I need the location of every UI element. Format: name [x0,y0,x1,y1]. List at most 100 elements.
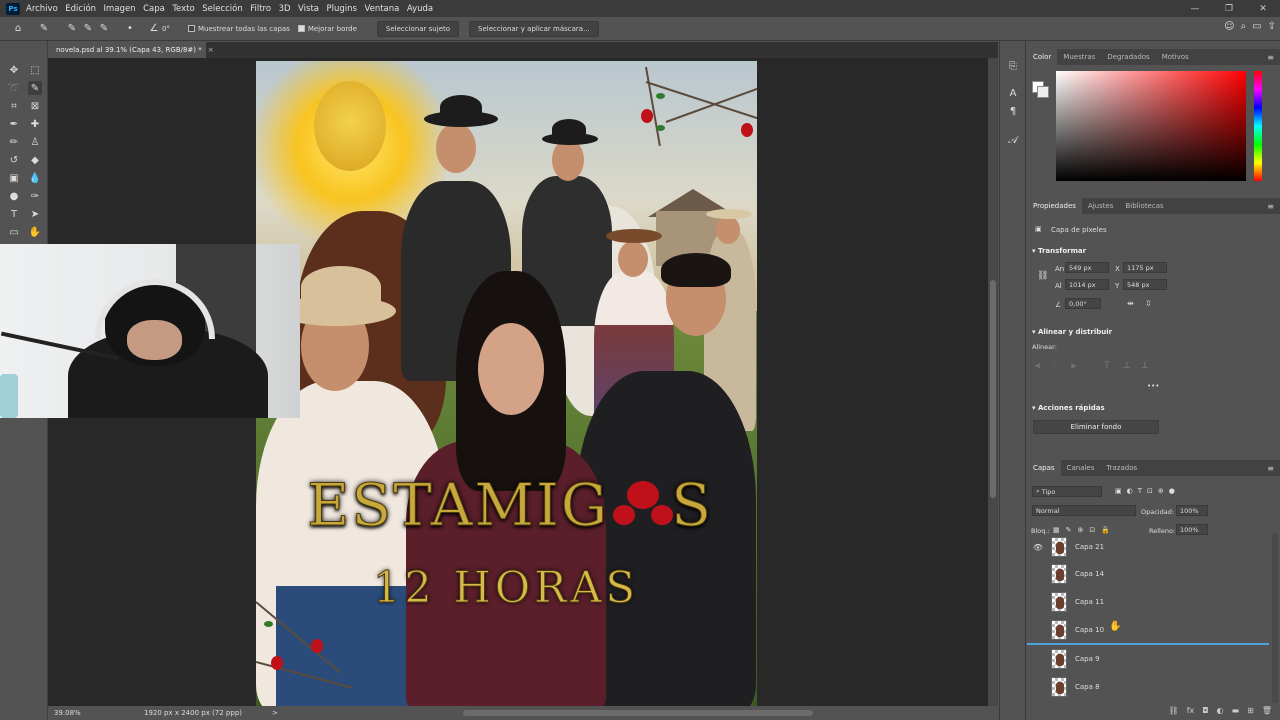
tab-capas[interactable]: Capas [1027,460,1061,476]
pen-tool-icon[interactable]: ✑ [28,189,42,203]
layer-row-capa-10[interactable]: Capa 10 ✋ [1027,617,1269,645]
flip-vertical-icon[interactable]: ⇳ [1145,299,1152,308]
fx-icon[interactable]: fx [1187,706,1195,720]
share-upload-icon[interactable]: ⇪ [1268,21,1276,32]
link-dimensions-icon[interactable]: ⛓ [1037,271,1048,281]
eye-icon[interactable]: 👁 [1031,543,1045,552]
path-selection-tool-icon[interactable]: ➤ [28,207,42,221]
remove-background-button[interactable]: Eliminar fondo [1033,420,1159,434]
tab-motivos[interactable]: Motivos [1156,49,1195,65]
menu-seleccion[interactable]: Selección [202,4,243,14]
align-left-icon[interactable]: ⫷ [1035,361,1040,371]
healing-brush-tool-icon[interactable]: ✚ [28,117,42,131]
layer-filter-select[interactable]: ⌕ Tipo [1032,486,1102,497]
layer-name[interactable]: Capa 9 [1075,655,1100,663]
color-picker-field[interactable] [1056,71,1246,181]
layer-name[interactable]: Capa 10 [1075,626,1104,634]
eraser-tool-icon[interactable]: ◆ [28,153,42,167]
poster-artwork[interactable]: ESTAMIG S 12 HORAS [256,61,757,706]
new-selection-icon[interactable]: ✎ [64,21,80,37]
group-icon[interactable]: ▬ [1232,706,1240,720]
panel-menu-icon[interactable]: ≡ [1267,202,1274,211]
tab-degradados[interactable]: Degradados [1101,49,1155,65]
menu-capa[interactable]: Capa [143,4,165,14]
layers-scrollbar[interactable] [1272,533,1278,703]
hand-tool-icon[interactable]: ✋ [28,225,42,239]
menu-3d[interactable]: 3D [279,4,291,14]
brush-size-icon[interactable]: • [122,21,138,37]
status-arrow-icon[interactable]: > [272,709,278,717]
width-field[interactable]: 549 px [1065,262,1109,273]
height-field[interactable]: 1014 px [1065,279,1109,290]
layer-name[interactable]: Capa 11 [1075,598,1104,606]
layer-name[interactable]: Capa 8 [1075,683,1100,691]
blend-mode-select[interactable]: Normal [1032,505,1136,516]
eyedropper-tool-icon[interactable]: ✒ [7,117,21,131]
mask-icon[interactable]: ◘ [1202,706,1208,720]
quick-selection-tool-preset-icon[interactable]: ✎ [36,21,52,37]
character-panel-icon[interactable]: A [1006,86,1020,100]
align-right-icon[interactable]: ⫸ [1071,361,1076,371]
layer-row-capa-11[interactable]: Capa 11 [1027,588,1269,616]
lasso-tool-icon[interactable]: ➰ [7,81,21,95]
crop-tool-icon[interactable]: ⌗ [7,99,21,113]
align-section-title[interactable]: ▾ Alinear y distribuir [1032,328,1112,336]
search-icon[interactable]: ⌕ [1241,21,1247,32]
x-field[interactable]: 1175 px [1123,262,1167,273]
align-center-h-icon[interactable]: ⫶ [1053,361,1055,371]
rectangle-tool-icon[interactable]: ▭ [7,225,21,239]
panel-menu-icon[interactable]: ≡ [1267,53,1274,62]
flip-horizontal-icon[interactable]: ⇹ [1127,299,1134,308]
select-and-mask-button[interactable]: Seleccionar y aplicar máscara... [469,20,599,37]
menu-plugins[interactable]: Plugins [327,4,357,14]
menu-filtro[interactable]: Filtro [250,4,271,14]
panel-menu-icon[interactable]: ≡ [1267,464,1274,473]
zoom-level[interactable]: 39.08% [54,709,108,717]
hue-slider[interactable] [1254,71,1262,181]
new-layer-icon[interactable]: ⊞ [1247,706,1254,720]
subtract-selection-icon[interactable]: ✎ [96,21,112,37]
marquee-tool-icon[interactable]: ⬚ [28,63,42,77]
sample-all-layers-checkbox[interactable]: Muestrear todas las capas [187,25,290,33]
tab-bibliotecas[interactable]: Bibliotecas [1119,198,1169,214]
tab-trazados[interactable]: Trazados [1100,460,1143,476]
align-middle-icon[interactable]: ⊥ [1123,361,1131,371]
add-selection-icon[interactable]: ✎ [80,21,96,37]
layer-filter-icons[interactable]: ▣◐T⊡⊕● [1115,487,1180,495]
align-bottom-icon[interactable]: ⊥ [1141,361,1149,371]
share-icon[interactable]: ☺ [1224,21,1234,32]
minimize-icon[interactable]: — [1178,0,1212,17]
tab-canales[interactable]: Canales [1061,460,1101,476]
tab-color[interactable]: Color [1027,49,1058,65]
adjustment-icon[interactable]: ◐ [1217,706,1224,720]
frame-tool-icon[interactable]: ⊠ [28,99,42,113]
paragraph-panel-icon[interactable]: ¶ [1006,104,1020,118]
menu-ayuda[interactable]: Ayuda [407,4,433,14]
document-tab[interactable]: novela.psd al 39.1% (Capa 43, RGB/8#) * … [48,42,214,58]
scrollbar-thumb[interactable] [990,280,996,498]
brush-tool-icon[interactable]: ✏ [7,135,21,149]
home-icon[interactable]: ⌂ [10,21,26,37]
opacity-field[interactable]: 100% [1176,505,1208,516]
glyphs-panel-icon[interactable]: 𝒜 [1006,133,1020,147]
transform-section-title[interactable]: ▾ Transformar [1032,247,1086,255]
link-icon[interactable]: ⛓ [1169,706,1179,720]
canvas-horizontal-scrollbar[interactable] [463,710,813,716]
more-options-icon[interactable]: ••• [1147,382,1159,390]
layer-row-capa-9[interactable]: Capa 9 [1027,645,1269,673]
angle-value[interactable]: 0° [162,25,170,33]
blur-tool-icon[interactable]: 💧 [28,171,42,185]
align-top-icon[interactable]: ⊤ [1103,361,1111,371]
enhance-edge-checkbox[interactable]: Mejorar borde [297,25,357,33]
close-tab-icon[interactable]: × [208,46,214,54]
gradient-tool-icon[interactable]: ▣ [7,171,21,185]
rotation-field[interactable]: 0,00° [1065,298,1101,309]
maximize-icon[interactable]: ❐ [1212,0,1246,17]
layer-row-capa-14[interactable]: Capa 14 [1027,560,1269,588]
history-brush-tool-icon[interactable]: ↺ [7,153,21,167]
menu-texto[interactable]: Texto [172,4,194,14]
select-subject-button[interactable]: Seleccionar sujeto [376,20,460,37]
move-tool-icon[interactable]: ✥ [7,63,21,77]
tab-propiedades[interactable]: Propiedades [1027,198,1082,214]
menu-edicion[interactable]: Edición [65,4,96,14]
